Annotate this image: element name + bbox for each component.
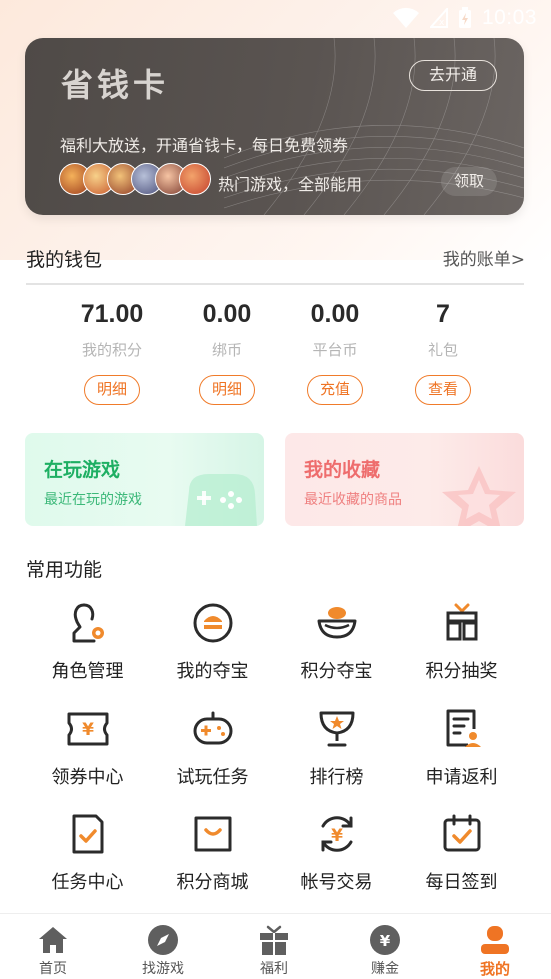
function-label: 排行榜 (309, 767, 364, 788)
points-detail-button[interactable]: 明细 (84, 375, 140, 405)
function-label: 试玩任务 (176, 767, 249, 788)
wallet-label: 绑币 (211, 341, 242, 359)
wallet-label: 我的积分 (81, 341, 142, 359)
nav-find-games[interactable]: 找游戏 (108, 914, 218, 978)
role-manage-icon (72, 603, 104, 643)
function-label: 积分夺宝 (300, 661, 373, 682)
home-icon (39, 927, 67, 953)
points-lottery-icon (446, 603, 477, 641)
function-my-treasure[interactable]: 我的夺宝 (150, 601, 275, 683)
shop-icon (194, 816, 231, 852)
function-label: 申请返利 (425, 767, 498, 788)
function-label: 领券中心 (51, 767, 124, 788)
view-gift-packs-button[interactable]: 查看 (415, 375, 471, 405)
svg-text:¥: ¥ (380, 932, 391, 950)
recharge-button[interactable]: 充值 (307, 375, 363, 405)
rebate-icon (446, 709, 481, 747)
function-account-trade[interactable]: ¥ 帐号交易 (274, 812, 399, 894)
checkin-icon (443, 814, 480, 852)
nav-earn[interactable]: ¥ 赚金 (330, 914, 440, 978)
nav-home[interactable]: 首页 (0, 914, 108, 978)
wallet-value: 71.00 (80, 300, 144, 328)
my-treasure-icon (193, 603, 232, 643)
function-role-manage[interactable]: 角色管理 (25, 601, 150, 683)
wallet-label: 平台币 (312, 341, 358, 359)
function-apply-rebate[interactable]: 申请返利 (399, 707, 524, 789)
function-points-lottery[interactable]: 积分抽奖 (399, 601, 524, 683)
battery-icon (458, 7, 471, 28)
nav-mine[interactable]: 我的 (440, 914, 550, 979)
function-task-center[interactable]: 任务中心 (25, 812, 150, 894)
tile-title: 在玩游戏 (44, 459, 121, 481)
signal-icon: x (429, 8, 448, 28)
claim-button[interactable]: 领取 (441, 167, 497, 196)
bottom-nav: 首页 找游戏 福利 ¥ 赚金 我的 (0, 913, 551, 979)
nav-label: 福利 (260, 961, 288, 977)
function-label: 帐号交易 (300, 872, 373, 893)
game-avatar (179, 163, 211, 195)
coupon-icon: ¥ (67, 712, 108, 746)
open-savings-card-button[interactable]: 去开通 (409, 60, 497, 91)
wallet-item-platform-coins: 0.00 平台币 充值 (275, 300, 395, 405)
wallet-value: 0.00 (202, 300, 252, 328)
function-trial-task[interactable]: 试玩任务 (150, 707, 275, 789)
nav-label: 找游戏 (142, 961, 184, 977)
trade-icon: ¥ (321, 816, 352, 852)
wallet-title: 我的钱包 (26, 249, 103, 271)
wallet-item-points: 71.00 我的积分 明细 (52, 300, 172, 405)
gamepad-decoration-icon (185, 474, 257, 526)
function-coupon-center[interactable]: ¥ 领券中心 (25, 707, 150, 789)
functions-title: 常用功能 (26, 559, 103, 581)
nav-label: 赚金 (371, 961, 399, 977)
nav-welfare[interactable]: 福利 (219, 914, 329, 978)
wifi-icon (392, 7, 419, 28)
savings-card[interactable]: 省钱卡 去开通 福利大放送，开通省钱卡，每日免费领券 热门游戏，全部能用 领取 (25, 38, 524, 215)
status-time: 10:03 (481, 6, 537, 29)
savings-card-title: 省钱卡 (61, 66, 170, 104)
svg-text:x: x (439, 18, 445, 28)
playing-games-tile[interactable]: 在玩游戏 最近在玩的游戏 (25, 433, 264, 526)
star-decoration-icon (442, 466, 516, 526)
my-bill-link[interactable]: 我的账单> (443, 245, 525, 270)
hot-games-text: 热门游戏，全部能用 (218, 175, 363, 194)
function-points-mall[interactable]: 积分商城 (150, 812, 275, 894)
svg-text:¥: ¥ (331, 826, 343, 846)
tile-subtitle: 最近在玩的游戏 (44, 492, 142, 508)
wallet-value: 0.00 (310, 300, 360, 328)
wallet-value: 7 (436, 300, 450, 328)
user-icon (481, 926, 509, 954)
nav-label: 我的 (479, 960, 510, 978)
nav-label: 首页 (39, 961, 67, 977)
status-bar: x 10:03 (0, 0, 551, 36)
bound-coins-detail-button[interactable]: 明细 (199, 375, 255, 405)
function-label: 任务中心 (51, 872, 124, 893)
function-label: 角色管理 (51, 661, 124, 682)
function-label: 每日签到 (425, 872, 498, 893)
function-label: 我的夺宝 (176, 661, 249, 682)
points-treasure-icon (317, 607, 356, 639)
money-bag-icon: ¥ (370, 925, 400, 955)
function-points-treasure[interactable]: 积分夺宝 (274, 601, 399, 683)
savings-card-description: 福利大放送，开通省钱卡，每日免费领券 (60, 136, 349, 155)
svg-text:¥: ¥ (82, 720, 94, 740)
tile-subtitle: 最近收藏的商品 (304, 492, 402, 508)
divider (26, 283, 524, 285)
game-avatars (59, 163, 211, 195)
function-daily-checkin[interactable]: 每日签到 (399, 812, 524, 894)
task-icon (72, 814, 103, 854)
compass-icon (148, 925, 178, 955)
wallet-label: 礼包 (427, 341, 458, 359)
function-label: 积分抽奖 (425, 661, 498, 682)
trophy-icon (319, 711, 354, 747)
wallet-item-bound-coins: 0.00 绑币 明细 (167, 300, 287, 405)
tile-title: 我的收藏 (304, 459, 381, 481)
function-label: 积分商城 (176, 872, 249, 893)
wallet-item-gift-packs: 7 礼包 查看 (383, 300, 503, 405)
function-leaderboard[interactable]: 排行榜 (274, 707, 399, 789)
gift-icon (260, 925, 288, 955)
my-favorites-tile[interactable]: 我的收藏 最近收藏的商品 (285, 433, 524, 526)
gamepad-icon (193, 711, 232, 745)
